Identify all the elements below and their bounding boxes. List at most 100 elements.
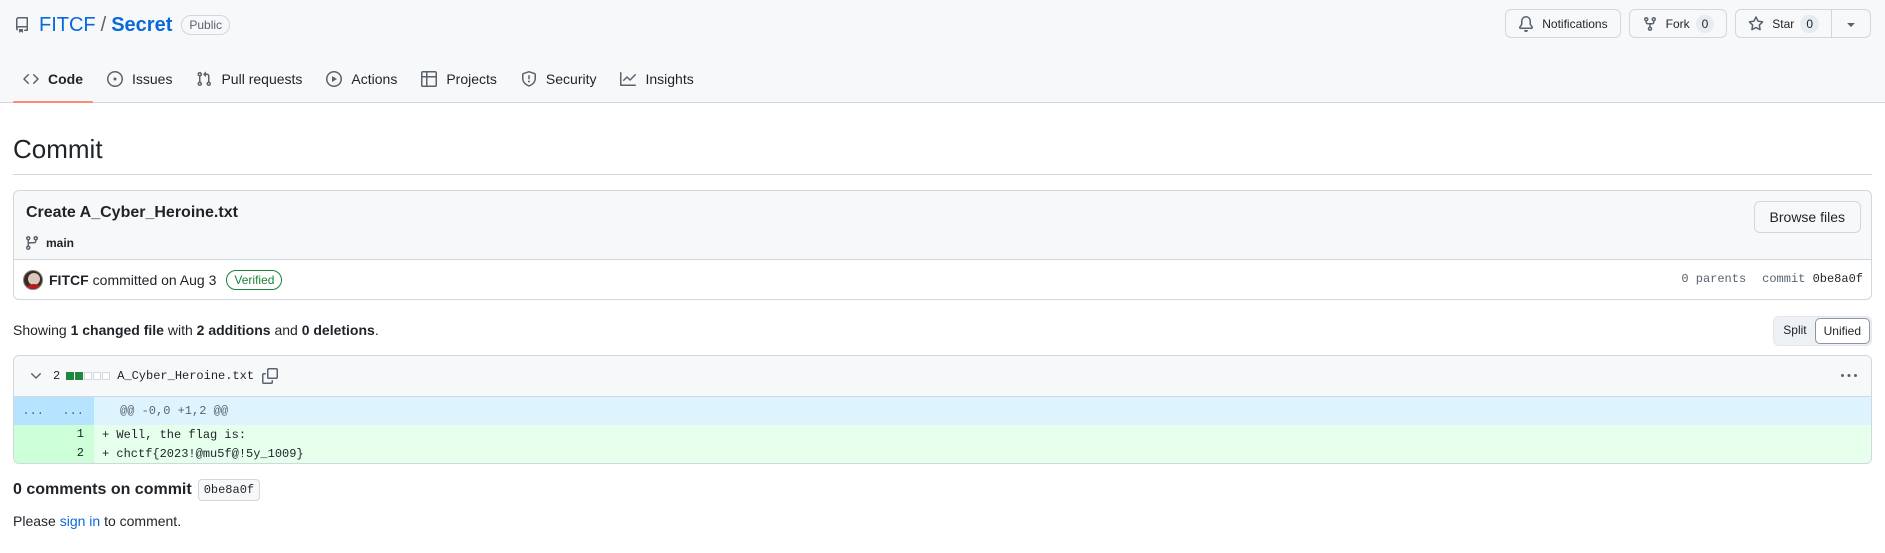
summary-period: . xyxy=(374,322,379,338)
summary-and: and xyxy=(274,322,298,338)
chevron-down-icon[interactable] xyxy=(28,368,44,384)
old-line-number xyxy=(14,425,54,444)
tab-projects[interactable]: Projects xyxy=(411,56,507,102)
avatar[interactable] xyxy=(23,269,43,290)
diffstat-block xyxy=(93,372,102,380)
file-diff: 2 A_Cyber_Heroine.txt ... ... @@ -0,0 +1… xyxy=(13,355,1872,464)
tab-pull-requests[interactable]: Pull requests xyxy=(186,56,312,102)
commit-message: Create A_Cyber_Heroine.txt xyxy=(26,204,238,221)
tab-insights[interactable]: Insights xyxy=(610,56,703,102)
shield-icon xyxy=(521,71,536,87)
notifications-button[interactable]: Notifications xyxy=(1505,9,1621,38)
star-count: 0 xyxy=(1800,14,1819,33)
unified-view-button[interactable]: Unified xyxy=(1814,318,1870,344)
git-branch-icon xyxy=(25,236,38,251)
hunk-expand-left[interactable]: ... xyxy=(14,397,54,425)
old-line-number xyxy=(14,444,54,463)
author-link[interactable]: FITCF xyxy=(49,272,89,288)
comments-sha: 0be8a0f xyxy=(197,479,261,501)
play-icon xyxy=(326,71,343,87)
commit-box: Create A_Cyber_Heroine.txt main Browse f… xyxy=(13,190,1872,300)
code-icon xyxy=(23,73,39,85)
hunk-header: @@ -0,0 +1,2 @@ xyxy=(120,404,229,418)
diffstat-block xyxy=(75,372,84,380)
triangle-down-icon xyxy=(1847,22,1855,27)
sign-in-link[interactable]: sign in xyxy=(60,513,100,529)
notifications-label: Notifications xyxy=(1542,16,1608,31)
summary-additions: 2 additions xyxy=(196,322,271,338)
diff-summary: Showing 1 changed file with 2 additions … xyxy=(13,316,1872,346)
diffstat-block xyxy=(102,372,111,380)
please-text: Please xyxy=(13,513,56,529)
kebab-menu-icon[interactable] xyxy=(1841,368,1857,384)
tab-code-label: Code xyxy=(48,71,83,87)
tab-security[interactable]: Security xyxy=(511,56,607,102)
verified-badge[interactable]: Verified xyxy=(226,269,283,290)
tab-projects-label: Projects xyxy=(446,71,497,87)
star-list-dropdown[interactable] xyxy=(1832,9,1871,38)
fork-count: 0 xyxy=(1695,14,1715,33)
split-view-button[interactable]: Split xyxy=(1775,318,1814,344)
to-comment-text: to comment. xyxy=(104,513,182,529)
issue-icon xyxy=(107,71,123,87)
commit-header: Create A_Cyber_Heroine.txt main Browse f… xyxy=(14,191,1871,260)
summary-with: with xyxy=(167,322,193,338)
star-label: Star xyxy=(1772,16,1795,31)
path-separator: / xyxy=(100,13,107,36)
new-line-number[interactable]: 1 xyxy=(54,425,94,444)
hunk-header-row: ... ... @@ -0,0 +1,2 @@ xyxy=(14,397,1871,425)
comments-title-text: 0 comments on commit xyxy=(13,481,192,498)
tab-code[interactable]: Code xyxy=(13,56,93,103)
commit-meta: FITCF committed on Aug 3 Verified 0 pare… xyxy=(14,260,1871,299)
diff-line-count: 2 xyxy=(53,369,61,383)
file-diff-header: 2 A_Cyber_Heroine.txt xyxy=(14,356,1871,397)
tab-insights-label: Insights xyxy=(645,71,694,87)
tab-actions-label: Actions xyxy=(351,71,398,87)
comments-heading: 0 comments on commit 0be8a0f xyxy=(13,479,1872,501)
summary-showing: Showing xyxy=(13,322,67,338)
star-icon xyxy=(1748,15,1764,30)
branch-name: main xyxy=(46,236,75,250)
visibility-badge: Public xyxy=(181,15,231,35)
star-button-group: Star 0 xyxy=(1735,9,1871,38)
copy-icon[interactable] xyxy=(262,368,279,384)
diffstat-block xyxy=(66,372,75,380)
diff-line: 2 + chctf{2023!@mu5f@!5y_1009} xyxy=(14,444,1871,463)
bell-icon xyxy=(1519,15,1534,32)
repo-name-link[interactable]: Secret xyxy=(111,14,172,37)
tab-issues[interactable]: Issues xyxy=(97,56,182,102)
main-content: Commit Create A_Cyber_Heroine.txt main B… xyxy=(13,103,1872,529)
fork-button[interactable]: Fork 0 xyxy=(1628,9,1728,38)
repo-nav-tabs: Code Issues Pull requests Actions Projec… xyxy=(13,56,708,103)
tab-pull-requests-label: Pull requests xyxy=(221,71,303,87)
fork-icon xyxy=(1643,16,1656,31)
repo-icon xyxy=(15,17,28,33)
pull-request-icon xyxy=(197,71,212,87)
hunk-expand-right[interactable]: ... xyxy=(54,397,94,425)
branch-ref[interactable]: main xyxy=(24,235,74,251)
new-line-number[interactable]: 2 xyxy=(54,444,94,463)
summary-changed-files: 1 changed file xyxy=(70,322,164,338)
page-title: Commit xyxy=(13,133,1872,175)
diffstat-block xyxy=(84,372,93,380)
fork-label: Fork xyxy=(1665,16,1690,31)
repo-actions: Notifications Fork 0 Star 0 xyxy=(1505,9,1871,38)
browse-files-button[interactable]: Browse files xyxy=(1753,201,1861,233)
sign-in-prompt: Please sign in to comment. xyxy=(13,513,1872,529)
repo-header: FITCF / Secret Public Notifications Fork… xyxy=(0,0,1885,103)
tab-actions[interactable]: Actions xyxy=(316,56,407,102)
committed-text: committed on Aug 3 xyxy=(92,271,217,288)
tab-security-label: Security xyxy=(545,71,597,87)
repo-owner-link[interactable]: FITCF xyxy=(39,14,96,37)
commit-label: commit xyxy=(1762,272,1806,286)
star-button[interactable]: Star 0 xyxy=(1735,9,1832,38)
table-icon xyxy=(421,71,438,87)
repo-title: FITCF / Secret Public xyxy=(14,12,231,38)
diff-line: 1 + Well, the flag is: xyxy=(14,425,1871,444)
diff-line-code: + Well, the flag is: xyxy=(102,427,247,442)
diff-filename[interactable]: A_Cyber_Heroine.txt xyxy=(117,369,254,383)
diffstat-blocks xyxy=(66,372,111,380)
summary-deletions: 0 deletions xyxy=(301,322,375,338)
sha-info: 0 parents commit 0be8a0f xyxy=(1681,272,1863,286)
diff-view-toggle: Split Unified xyxy=(1773,316,1872,346)
